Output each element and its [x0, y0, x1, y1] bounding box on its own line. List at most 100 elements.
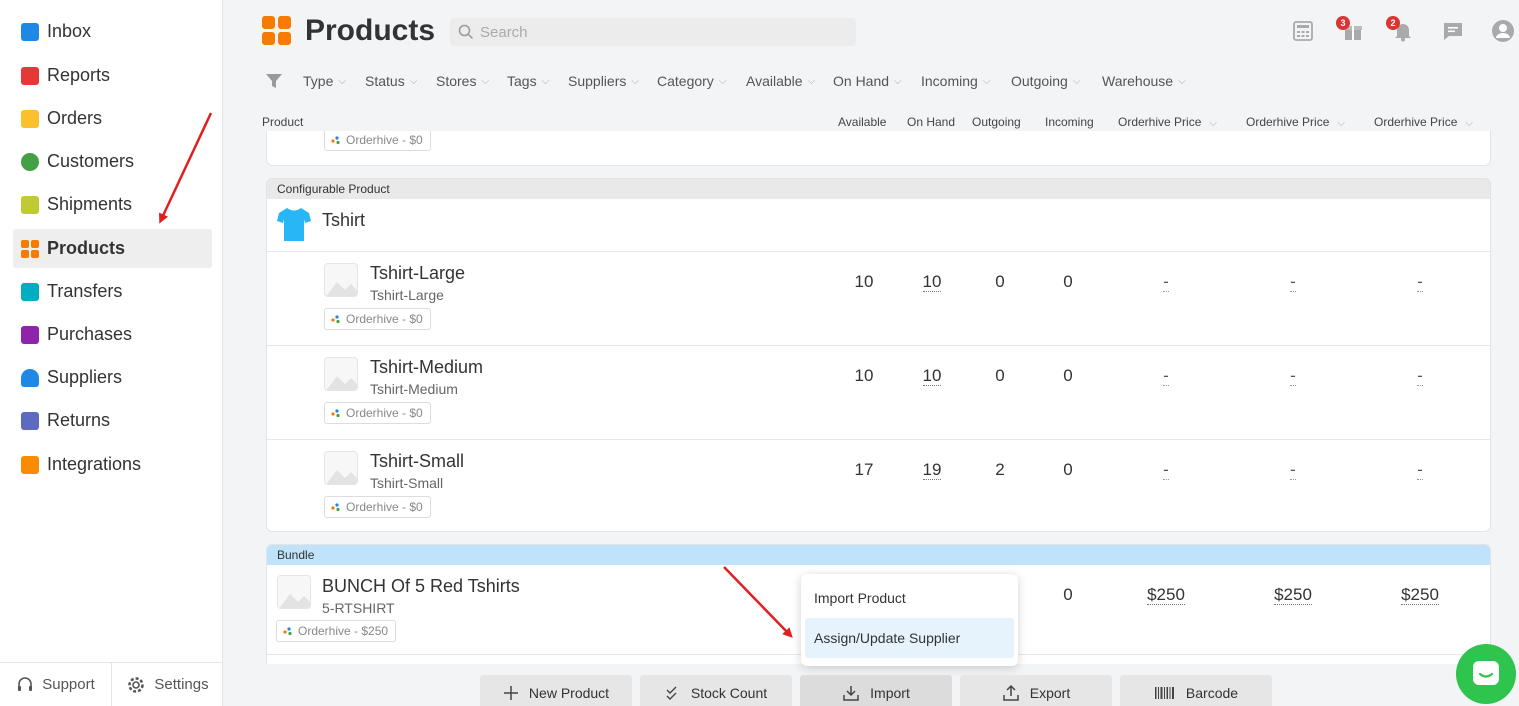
orderhive-logo-icon: [283, 627, 292, 636]
sidebar-item-orders[interactable]: Orders: [13, 99, 212, 138]
barcode-button[interactable]: Barcode: [1120, 675, 1272, 706]
sidebar-item-customers[interactable]: Customers: [13, 142, 212, 181]
on-hand-value[interactable]: 10: [912, 366, 952, 386]
import-button[interactable]: Import: [800, 675, 952, 706]
integrations-icon: [21, 455, 39, 474]
new-product-button[interactable]: New Product: [480, 675, 632, 706]
sidebar-item-inbox[interactable]: Inbox: [13, 12, 212, 51]
table-row[interactable]: Tshirt: [267, 199, 1490, 251]
product-thumbnail: [324, 263, 358, 297]
stock-count-button[interactable]: Stock Count: [640, 675, 792, 706]
price-value[interactable]: -: [1405, 366, 1435, 386]
column-header-price-2[interactable]: Orderhive Price ⌵: [1246, 115, 1345, 129]
search-icon: [458, 24, 474, 40]
product-name[interactable]: Tshirt-Small: [370, 451, 464, 472]
column-header-incoming[interactable]: Incoming: [1045, 115, 1094, 129]
gift-button[interactable]: 3: [1336, 16, 1366, 44]
settings-label: Settings: [154, 676, 209, 693]
returns-icon: [21, 411, 39, 430]
filter-tags[interactable]: Tags ⌵: [507, 73, 549, 89]
product-name[interactable]: Tshirt: [322, 210, 365, 231]
chevron-down-icon: ⌵: [1209, 118, 1217, 129]
chevron-down-icon: ⌵: [481, 75, 490, 87]
price-value[interactable]: -: [1151, 272, 1181, 292]
support-button[interactable]: Support: [0, 663, 111, 706]
chevron-down-icon: ⌵: [1465, 118, 1473, 129]
filter-stores[interactable]: Stores ⌵: [436, 73, 489, 89]
orderhive-logo-icon: [331, 315, 340, 324]
table-row[interactable]: Tshirt-Small Tshirt-Small Orderhive - $0…: [267, 439, 1490, 531]
sidebar-item-returns[interactable]: Returns: [13, 401, 212, 440]
search-input[interactable]: [480, 23, 840, 41]
sidebar-item-label: Products: [47, 238, 126, 258]
price-value[interactable]: -: [1278, 460, 1308, 480]
table-row[interactable]: Tshirt-Medium Tshirt-Medium Orderhive - …: [267, 345, 1490, 439]
product-sku: Tshirt-Large: [370, 287, 444, 303]
incoming-value: 0: [1063, 460, 1073, 479]
filter-category[interactable]: Category ⌵: [657, 73, 726, 89]
sidebar-item-suppliers[interactable]: Suppliers: [13, 358, 212, 397]
filter-type[interactable]: Type ⌵: [303, 73, 346, 89]
menu-item-assign-update-supplier[interactable]: Assign/Update Supplier: [805, 618, 1014, 658]
sidebar-item-purchases[interactable]: Purchases: [13, 315, 212, 354]
available-value: 17: [854, 460, 874, 479]
store-tag: Orderhive - $0: [324, 308, 431, 330]
column-header-price-1[interactable]: Orderhive Price ⌵: [1118, 115, 1217, 129]
sidebar-item-products[interactable]: Products: [13, 229, 212, 268]
settings-button[interactable]: Settings: [111, 663, 223, 706]
product-name[interactable]: Tshirt-Large: [370, 263, 465, 284]
price-value[interactable]: $250: [1136, 585, 1196, 605]
on-hand-value[interactable]: 19: [912, 460, 952, 480]
product-name[interactable]: Tshirt-Medium: [370, 357, 483, 378]
export-button[interactable]: Export: [960, 675, 1112, 706]
column-header-outgoing[interactable]: Outgoing: [972, 115, 1021, 129]
calculator-button[interactable]: [1290, 18, 1316, 44]
sidebar-item-label: Reports: [47, 65, 111, 85]
orders-icon: [21, 109, 39, 128]
chevron-down-icon: ⌵: [1072, 75, 1081, 87]
calculator-icon: [1293, 21, 1313, 41]
price-value[interactable]: -: [1151, 460, 1181, 480]
sidebar-item-shipments[interactable]: Shipments: [13, 185, 212, 224]
filter-warehouse[interactable]: Warehouse ⌵: [1102, 73, 1186, 89]
filter-incoming[interactable]: Incoming ⌵: [921, 73, 990, 89]
column-header-available[interactable]: Available: [838, 115, 886, 129]
product-name[interactable]: BUNCH Of 5 Red Tshirts: [322, 576, 520, 597]
user-account-button[interactable]: [1490, 18, 1516, 44]
menu-item-import-product[interactable]: Import Product: [805, 578, 1014, 618]
sidebar-item-reports[interactable]: Reports: [13, 56, 212, 95]
sidebar-item-transfers[interactable]: Transfers: [13, 272, 212, 311]
reports-icon: [21, 66, 39, 85]
price-value[interactable]: -: [1405, 272, 1435, 292]
filter-outgoing[interactable]: Outgoing ⌵: [1011, 73, 1080, 89]
filter-suppliers[interactable]: Suppliers ⌵: [568, 73, 639, 89]
product-sku: Tshirt-Medium: [370, 381, 458, 397]
on-hand-value[interactable]: 10: [912, 272, 952, 292]
orderhive-logo-icon: [331, 136, 340, 145]
sidebar-item-label: Suppliers: [47, 367, 123, 387]
suppliers-icon: [21, 368, 39, 387]
filter-icon[interactable]: [265, 73, 283, 89]
price-value[interactable]: $250: [1390, 585, 1450, 605]
live-chat-button[interactable]: [1456, 644, 1516, 704]
search-bar[interactable]: [450, 18, 856, 46]
configurable-product-card: Configurable Product Tshirt Tshirt-Large…: [266, 178, 1491, 532]
column-header-price-3[interactable]: Orderhive Price ⌵: [1374, 115, 1473, 129]
price-value[interactable]: $250: [1263, 585, 1323, 605]
messages-button[interactable]: [1440, 18, 1466, 44]
column-header-product[interactable]: Product: [262, 115, 303, 129]
purchases-icon: [21, 325, 39, 344]
notifications-button[interactable]: 2: [1386, 16, 1416, 44]
chevron-down-icon: ⌵: [1337, 118, 1345, 129]
filter-status[interactable]: Status ⌵: [365, 73, 417, 89]
filter-on-hand[interactable]: On Hand ⌵: [833, 73, 902, 89]
price-value[interactable]: -: [1278, 272, 1308, 292]
price-value[interactable]: -: [1151, 366, 1181, 386]
transfers-icon: [21, 282, 39, 301]
price-value[interactable]: -: [1278, 366, 1308, 386]
table-row[interactable]: Tshirt-Large Tshirt-Large Orderhive - $0…: [267, 251, 1490, 345]
price-value[interactable]: -: [1405, 460, 1435, 480]
filter-available[interactable]: Available ⌵: [746, 73, 815, 89]
sidebar-item-integrations[interactable]: Integrations: [13, 445, 212, 484]
column-header-on-hand[interactable]: On Hand: [907, 115, 955, 129]
